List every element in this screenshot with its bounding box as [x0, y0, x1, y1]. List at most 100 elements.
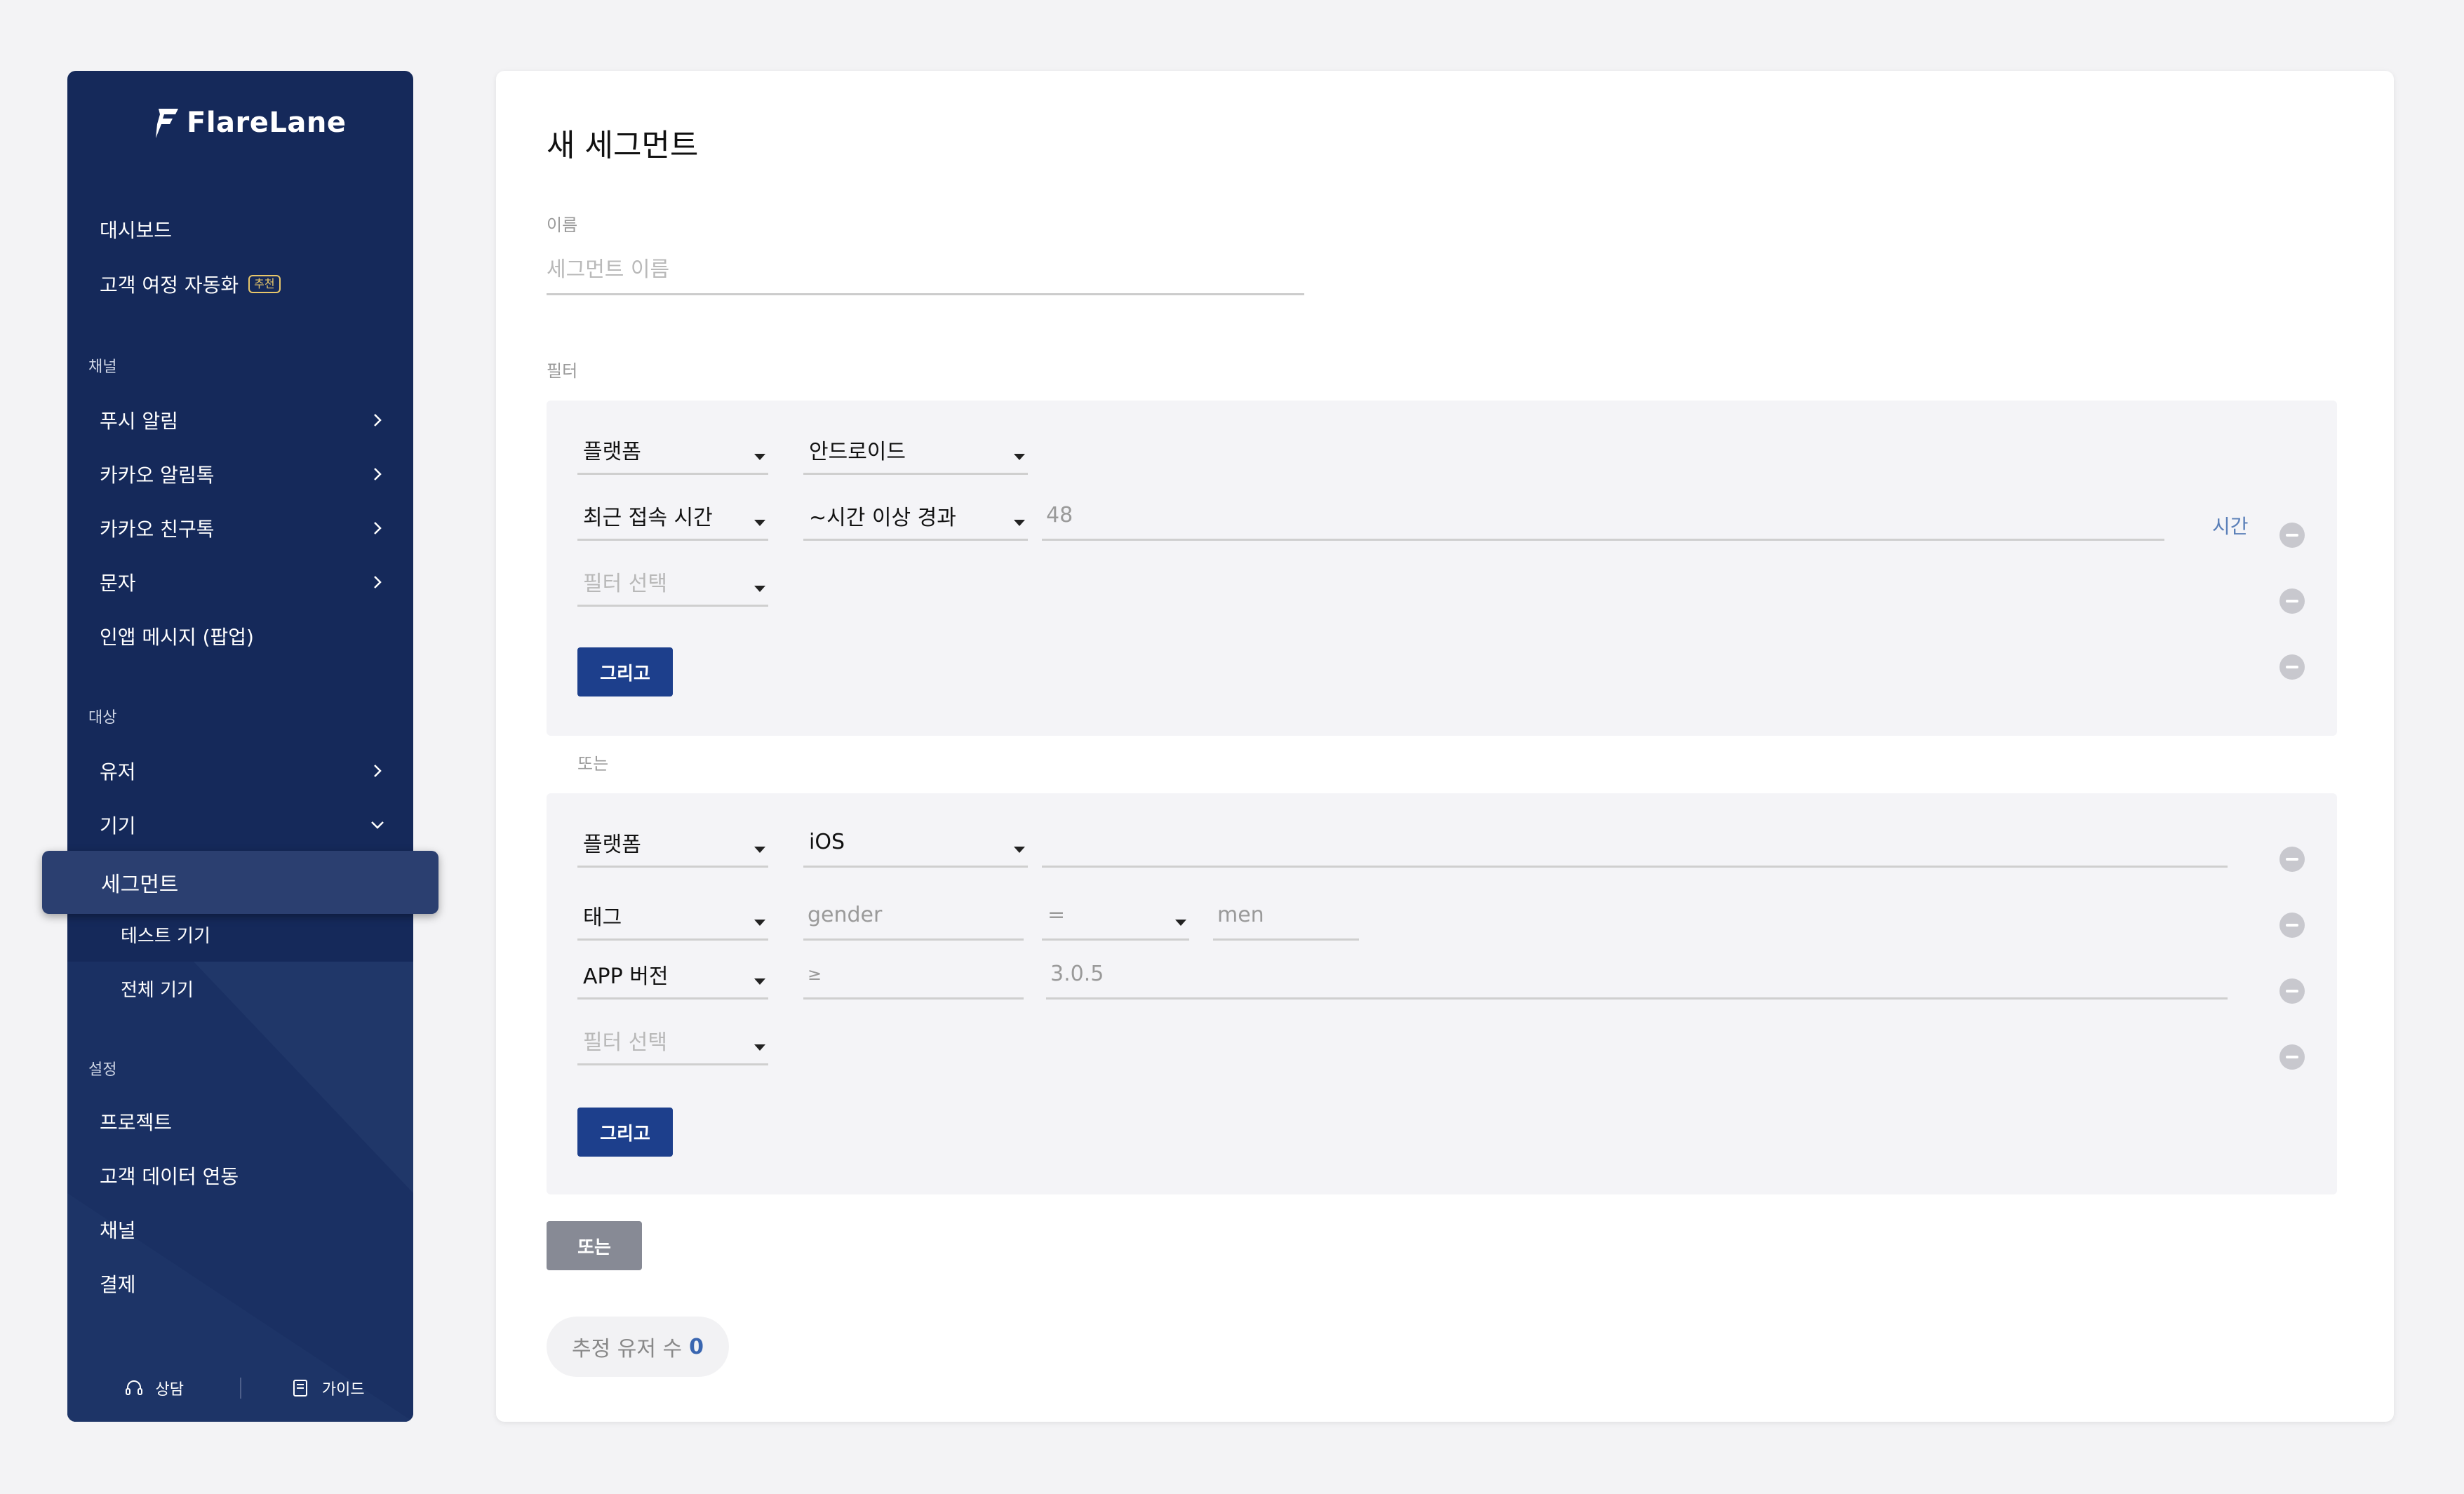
sidebar-item-inapp[interactable]: 인앱 메시지 (팝업)	[100, 617, 387, 656]
caret-down-icon	[1014, 519, 1025, 526]
caret-down-icon	[754, 919, 765, 926]
caret-down-icon	[754, 1044, 765, 1051]
version-operator-input[interactable]: ≥	[803, 950, 1024, 1000]
select-value: =	[1047, 903, 1066, 927]
filter-group-2: 플랫폼 iOS 태그 gender = men APP 버전 ≥ 3.0.5 필…	[547, 793, 2337, 1194]
or-button[interactable]: 또는	[547, 1221, 642, 1270]
remove-filter-icon[interactable]	[2279, 978, 2305, 1004]
caret-down-icon	[1014, 846, 1025, 853]
page-title: 새 세그먼트	[547, 128, 699, 163]
sidebar-footer: 상담 가이드	[67, 1370, 413, 1406]
filter-operator-select[interactable]: ~시간 이상 경과	[803, 492, 1028, 541]
caret-down-icon	[754, 453, 765, 460]
chevron-right-icon	[374, 522, 382, 534]
filter-group-1: 플랫폼 안드로이드 최근 접속 시간 ~시간 이상 경과 48 시간 필터 선택…	[547, 401, 2337, 736]
sidebar-item-test-devices[interactable]: 테스트 기기	[121, 917, 210, 952]
filter-field-select[interactable]: APP 버전	[577, 950, 768, 1000]
sidebar-item-devices[interactable]: 기기	[100, 805, 387, 844]
sidebar: FlareLane 대시보드 고객 여정 자동화 추천 채널 푸시 알림 카카오…	[42, 71, 438, 1422]
chevron-right-icon	[374, 414, 382, 426]
input-value: ≥	[808, 964, 822, 984]
tag-value-input[interactable]: men	[1213, 891, 1359, 941]
select-value: iOS	[809, 830, 845, 854]
remove-filter-icon[interactable]	[2279, 588, 2305, 614]
sidebar-item-label: 프로젝트	[100, 1111, 173, 1134]
remove-filter-icon[interactable]	[2279, 654, 2305, 680]
sidebar-item-label: 유저	[100, 760, 136, 783]
or-separator-label: 또는	[577, 754, 609, 774]
support-link[interactable]: 상담	[67, 1377, 240, 1399]
sidebar-item-project[interactable]: 프로젝트	[100, 1102, 387, 1141]
chevron-right-icon	[374, 765, 382, 777]
sidebar-item-sms[interactable]: 문자	[100, 563, 387, 602]
select-value: APP 버전	[583, 964, 669, 989]
filter-value-select[interactable]: iOS	[803, 819, 1028, 868]
book-icon	[293, 1380, 307, 1397]
guide-link[interactable]: 가이드	[241, 1377, 414, 1399]
sidebar-item-label: 대시보드	[100, 219, 173, 242]
logo[interactable]: FlareLane	[154, 102, 346, 144]
sidebar-item-all-devices[interactable]: 전체 기기	[121, 971, 194, 1006]
filter-field-select[interactable]: 최근 접속 시간	[577, 492, 768, 541]
filter-value-input[interactable]: 48	[1042, 492, 2164, 541]
name-label: 이름	[547, 215, 578, 235]
filter-field-select[interactable]: 플랫폼	[577, 819, 768, 868]
select-value: 플랫폼	[583, 439, 641, 464]
sidebar-item-label: 세그먼트	[101, 873, 179, 897]
sidebar-item-kakao-alimtalk[interactable]: 카카오 알림톡	[100, 455, 387, 494]
guide-label: 가이드	[321, 1381, 365, 1399]
select-value: ~시간 이상 경과	[809, 505, 956, 530]
tag-operator-select[interactable]: =	[1042, 891, 1189, 941]
sidebar-item-dashboard[interactable]: 대시보드	[100, 210, 387, 249]
filter-field-select[interactable]: 플랫폼	[577, 426, 768, 475]
sidebar-item-journey[interactable]: 고객 여정 자동화 추천	[100, 264, 387, 304]
filter-extra-input[interactable]	[1042, 819, 2228, 868]
chevron-right-icon	[374, 576, 382, 588]
caret-down-icon	[754, 846, 765, 853]
sidebar-item-label: 고객 데이터 연동	[100, 1165, 239, 1188]
select-value: 최근 접속 시간	[583, 505, 713, 530]
sidebar-item-channel[interactable]: 채널	[100, 1210, 387, 1249]
sidebar-item-push[interactable]: 푸시 알림	[100, 401, 387, 440]
remove-filter-icon[interactable]	[2279, 1044, 2305, 1070]
headset-icon	[125, 1380, 142, 1395]
sidebar-item-label: 카카오 친구톡	[100, 518, 215, 541]
sidebar-item-data-integration[interactable]: 고객 데이터 연동	[100, 1156, 387, 1195]
and-button[interactable]: 그리고	[577, 647, 673, 696]
caret-down-icon	[754, 519, 765, 526]
sidebar-item-billing[interactable]: 결제	[100, 1264, 387, 1303]
sidebar-item-users[interactable]: 유저	[100, 751, 387, 790]
filter-value-select[interactable]: 안드로이드	[803, 426, 1028, 475]
remove-filter-icon[interactable]	[2279, 913, 2305, 938]
logo-text: FlareLane	[187, 107, 347, 139]
tag-key-input[interactable]: gender	[803, 891, 1024, 941]
sidebar-item-segment[interactable]: 세그먼트	[42, 851, 438, 914]
sidebar-item-label: 기기	[100, 814, 136, 837]
sidebar-item-kakao-friendtalk[interactable]: 카카오 친구톡	[100, 509, 387, 548]
caret-down-icon	[754, 585, 765, 592]
chevron-right-icon	[374, 468, 382, 480]
sidebar-item-label: 고객 여정 자동화	[100, 274, 239, 297]
remove-filter-icon[interactable]	[2279, 523, 2305, 548]
estimate-label: 추정 유저 수	[572, 1337, 683, 1361]
filter-field-select[interactable]: 필터 선택	[577, 1016, 768, 1065]
version-value-input[interactable]: 3.0.5	[1046, 950, 2228, 1000]
remove-filter-icon[interactable]	[2279, 847, 2305, 872]
sidebar-item-label: 결제	[100, 1273, 136, 1296]
caret-down-icon	[1014, 453, 1025, 460]
chevron-down-icon	[371, 821, 384, 829]
recommend-badge: 추천	[248, 275, 281, 293]
unit-label: 시간	[2212, 515, 2249, 538]
flare-logo-icon	[156, 109, 178, 138]
filter-field-select[interactable]: 필터 선택	[577, 558, 768, 607]
filter-field-select[interactable]: 태그	[577, 891, 768, 941]
and-button[interactable]: 그리고	[577, 1108, 673, 1157]
sidebar-item-label: 인앱 메시지 (팝업)	[100, 626, 254, 649]
support-label: 상담	[155, 1381, 184, 1399]
input-value: 48	[1046, 503, 1073, 527]
section-settings: 설정	[88, 1061, 117, 1079]
section-channel: 채널	[88, 358, 117, 376]
input-value: gender	[808, 903, 883, 927]
segment-name-input[interactable]	[547, 246, 1304, 295]
filter-label: 필터	[547, 361, 578, 381]
